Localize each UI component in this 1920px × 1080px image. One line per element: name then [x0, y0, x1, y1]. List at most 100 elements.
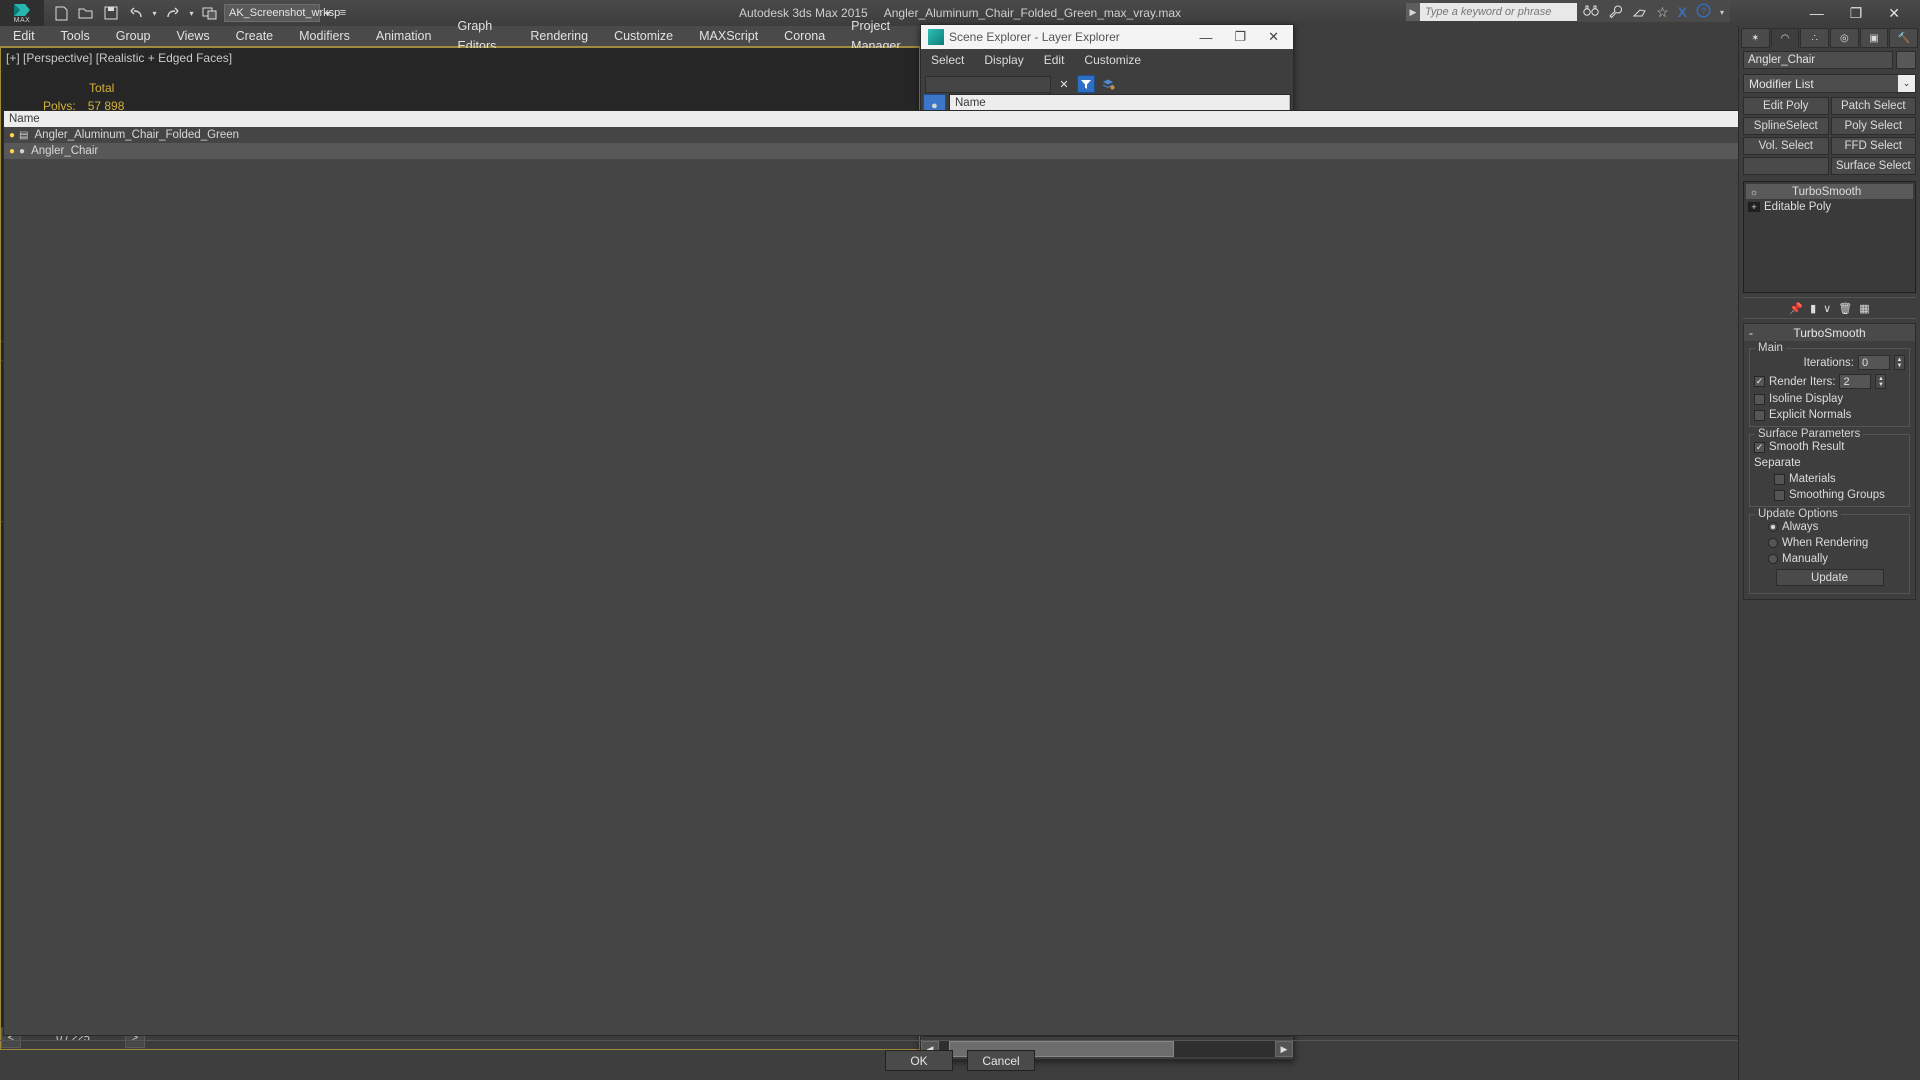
close-button[interactable]: ✕: [1888, 5, 1900, 22]
rollout-header[interactable]: - TurboSmooth: [1744, 324, 1915, 341]
modifier-list-dropdown[interactable]: Modifier List ⌄: [1743, 74, 1916, 93]
chevron-down-icon[interactable]: ⌄: [1898, 75, 1915, 92]
menu-item-modifiers[interactable]: Modifiers: [286, 26, 363, 46]
stack-item-editable-poly[interactable]: + Editable Poly: [1746, 199, 1913, 214]
workspace-dropdown-icon[interactable]: ▾: [323, 3, 333, 23]
se-menu-display[interactable]: Display: [974, 53, 1033, 67]
satellite-icon[interactable]: [1632, 4, 1647, 21]
rollout-collapse-icon[interactable]: -: [1749, 326, 1753, 340]
modifier-set-patch-select[interactable]: Patch Select: [1830, 97, 1916, 115]
pin-stack-icon[interactable]: 📌: [1789, 302, 1803, 315]
menu-item-customize[interactable]: Customize: [601, 26, 686, 46]
update-manually-radio[interactable]: [1768, 554, 1778, 564]
max-logo-button[interactable]: MAX: [0, 0, 44, 26]
star-icon[interactable]: ☆: [1656, 4, 1669, 21]
table-row[interactable]: ●●Angler_Chair57898: [4, 143, 1916, 159]
close-button[interactable]: ✕: [1268, 29, 1279, 45]
modifier-set-poly-select[interactable]: Poly Select: [1830, 117, 1916, 135]
minimize-button[interactable]: —: [1810, 5, 1824, 21]
update-when-rendering-radio[interactable]: [1768, 538, 1778, 548]
search-input[interactable]: Type a keyword or phrase: [1420, 3, 1590, 21]
undo-dropdown-icon[interactable]: ▾: [150, 3, 159, 23]
undo-icon[interactable]: [125, 3, 147, 23]
qat-overflow-icon[interactable]: ≡: [336, 3, 350, 23]
viewport-label[interactable]: [+] [Perspective] [Realistic + Edged Fac…: [6, 51, 232, 65]
create-tab[interactable]: ✶: [1741, 28, 1770, 48]
maximize-button[interactable]: ❐: [1234, 29, 1246, 45]
cancel-button[interactable]: Cancel: [967, 1050, 1035, 1071]
render-iters-spinner[interactable]: ▲ ▼: [1875, 374, 1887, 389]
scene-explorer-filter-input[interactable]: [925, 75, 1051, 93]
table-row[interactable]: ●▤Angler_Aluminum_Chair_Folded_Green0: [4, 127, 1916, 143]
motion-tab[interactable]: ◎: [1830, 28, 1859, 48]
se-menu-customize[interactable]: Customize: [1074, 53, 1151, 67]
menu-item-animation[interactable]: Animation: [363, 26, 445, 46]
save-file-icon[interactable]: [100, 3, 122, 23]
restore-button[interactable]: ❐: [1850, 5, 1863, 22]
exchange-icon[interactable]: X: [1678, 4, 1687, 20]
workspace-selector[interactable]: AK_Screenshot_wrksp: [224, 4, 340, 22]
make-unique-icon[interactable]: ∨: [1823, 302, 1831, 315]
smoothing-groups-checkbox[interactable]: [1774, 489, 1785, 501]
layers-remove-icon[interactable]: [1099, 75, 1117, 93]
render-iters-checkbox[interactable]: ✓: [1754, 376, 1765, 387]
lightbulb-icon[interactable]: ●: [9, 146, 15, 157]
clear-filter-icon[interactable]: ✕: [1055, 75, 1073, 93]
smooth-result-checkbox[interactable]: ✓: [1754, 441, 1765, 453]
iterations-field[interactable]: 0: [1858, 355, 1890, 370]
modifier-set-splineselect[interactable]: SplineSelect: [1743, 117, 1829, 135]
new-file-icon[interactable]: [50, 3, 72, 23]
modifier-set-empty-6[interactable]: [1743, 157, 1829, 175]
menu-item-group[interactable]: Group: [103, 26, 164, 46]
se-menu-edit[interactable]: Edit: [1034, 53, 1075, 67]
wrench-icon[interactable]: [1608, 4, 1623, 21]
update-button[interactable]: Update: [1775, 569, 1884, 586]
lightbulb-icon[interactable]: ☼: [1748, 187, 1760, 197]
stack-item-turbosmooth[interactable]: ☼ TurboSmooth: [1746, 184, 1913, 199]
redo-icon[interactable]: [162, 3, 184, 23]
select-from-scene-list[interactable]: Name▲Faces ●▤Angler_Aluminum_Chair_Folde…: [3, 110, 1917, 1036]
hierarchy-tab[interactable]: ∴: [1800, 28, 1830, 48]
modifier-set-surface-select[interactable]: Surface Select: [1830, 157, 1916, 175]
modifier-stack[interactable]: ☼ TurboSmooth + Editable Poly: [1743, 181, 1916, 293]
se-menu-select[interactable]: Select: [921, 53, 974, 67]
isoline-display-checkbox[interactable]: [1754, 393, 1765, 405]
update-always-radio[interactable]: [1768, 522, 1778, 532]
minimize-button[interactable]: —: [1199, 30, 1212, 45]
ok-button[interactable]: OK: [885, 1050, 953, 1071]
menu-item-rendering[interactable]: Rendering: [517, 26, 601, 46]
iterations-spinner[interactable]: ▲ ▼: [1894, 355, 1905, 370]
utilities-tab[interactable]: 🔨: [1889, 28, 1919, 48]
menu-item-views[interactable]: Views: [163, 26, 222, 46]
modifier-set-vol-select[interactable]: Vol. Select: [1743, 137, 1829, 155]
menu-item-maxscript[interactable]: MAXScript: [686, 26, 771, 46]
modify-tab[interactable]: ◠: [1770, 28, 1800, 48]
show-end-result-icon[interactable]: ▮: [1810, 302, 1816, 315]
binoculars-icon[interactable]: [1583, 4, 1599, 20]
column-header-name[interactable]: Name▲: [4, 111, 1838, 127]
open-file-icon[interactable]: [75, 3, 97, 23]
expand-plus-icon[interactable]: +: [1748, 201, 1760, 212]
redo-dropdown-icon[interactable]: ▾: [187, 3, 196, 23]
filter-funnel-icon[interactable]: [1077, 75, 1095, 93]
render-iters-field[interactable]: 2: [1839, 374, 1872, 389]
explicit-normals-checkbox[interactable]: [1754, 409, 1765, 421]
menu-item-create[interactable]: Create: [223, 26, 287, 46]
help-dropdown-icon[interactable]: ▾: [1720, 8, 1724, 17]
modifier-set-edit-poly[interactable]: Edit Poly: [1743, 97, 1829, 115]
object-name-field[interactable]: Angler_Chair: [1743, 51, 1893, 69]
select-from-scene-dialog[interactable]: Select From Scene x SelectDisplayCustomi…: [0, 0, 1920, 1071]
menu-item-tools[interactable]: Tools: [48, 26, 103, 46]
menu-item-corona[interactable]: Corona: [771, 26, 838, 46]
project-folder-icon[interactable]: [199, 3, 221, 23]
configure-sets-icon[interactable]: ▦: [1859, 302, 1869, 315]
search-expand-icon[interactable]: ▶: [1406, 3, 1420, 21]
lightbulb-icon[interactable]: ●: [9, 130, 15, 141]
column-header-name[interactable]: Name: [950, 95, 1290, 111]
menu-item-edit[interactable]: Edit: [0, 26, 48, 46]
object-color-swatch[interactable]: [1896, 51, 1916, 69]
remove-modifier-icon[interactable]: 🗑: [1838, 302, 1852, 315]
materials-checkbox[interactable]: [1774, 473, 1785, 485]
display-tab[interactable]: ▣: [1859, 28, 1889, 48]
help-icon[interactable]: ?: [1696, 3, 1711, 21]
